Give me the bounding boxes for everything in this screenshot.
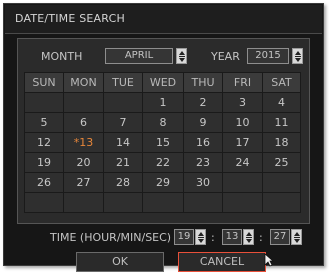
day-cell (143, 193, 183, 212)
second-spinner-icon[interactable] (291, 229, 302, 245)
minute-spinner-icon[interactable] (243, 229, 254, 245)
month-field[interactable]: APRIL (105, 48, 173, 64)
weekday-mon: MON (64, 73, 103, 92)
day-cell[interactable]: 30 (184, 173, 222, 192)
ok-button[interactable]: OK (76, 252, 164, 272)
month-spinner-icon[interactable] (176, 48, 187, 64)
day-cell[interactable]: 27 (64, 173, 103, 192)
day-cell[interactable]: 9 (184, 113, 222, 132)
day-cell[interactable]: 28 (104, 173, 142, 192)
weekday-fri: FRI (223, 73, 262, 92)
date-time-search-dialog: DATE/TIME SEARCH MONTH APRIL YEAR 2015 S… (3, 3, 324, 272)
weekday-tue: TUE (104, 73, 142, 92)
search-panel: MONTH APRIL YEAR 2015 SUN MON TUE WED TH… (17, 38, 310, 224)
day-cell (64, 193, 103, 212)
day-cell[interactable]: 5 (25, 113, 63, 132)
weekday-sat: SAT (263, 73, 300, 92)
day-cell[interactable]: 21 (104, 153, 142, 172)
day-cell-selected[interactable]: *13 (64, 133, 103, 152)
mouse-pointer-icon (264, 253, 274, 267)
weekday-sun: SUN (25, 73, 63, 92)
day-cell[interactable]: 14 (104, 133, 142, 152)
cancel-button[interactable]: CANCEL (178, 252, 266, 272)
day-cell (104, 193, 142, 212)
year-spinner-icon[interactable] (292, 48, 303, 64)
dialog-titlebar: DATE/TIME SEARCH (5, 5, 322, 34)
day-cell[interactable]: 8 (143, 113, 183, 132)
day-cell[interactable]: 23 (184, 153, 222, 172)
day-cell[interactable]: 12 (25, 133, 63, 152)
day-cell[interactable]: 19 (25, 153, 63, 172)
weekday-thu: THU (184, 73, 222, 92)
day-cell (223, 173, 262, 192)
second-field[interactable]: 27 (270, 229, 290, 245)
minute-field[interactable]: 13 (222, 229, 242, 245)
day-cell (223, 193, 262, 212)
day-cell (263, 173, 300, 192)
weekday-wed: WED (143, 73, 183, 92)
day-cell (263, 193, 300, 212)
day-cell (64, 93, 103, 112)
time-separator: : (211, 231, 215, 244)
day-cell (104, 93, 142, 112)
year-field[interactable]: 2015 (247, 48, 289, 64)
hour-field[interactable]: 19 (174, 229, 194, 245)
calendar-grid: SUN MON TUE WED THU FRI SAT 1 2 3 4 5 6 … (24, 72, 301, 213)
day-cell[interactable]: 29 (143, 173, 183, 192)
day-cell[interactable]: 1 (143, 93, 183, 112)
day-cell[interactable]: 3 (223, 93, 262, 112)
month-label: MONTH (41, 50, 83, 63)
day-cell (25, 193, 63, 212)
day-cell[interactable]: 24 (223, 153, 262, 172)
day-cell[interactable]: 11 (263, 113, 300, 132)
dialog-title: DATE/TIME SEARCH (15, 12, 125, 25)
day-cell[interactable]: 2 (184, 93, 222, 112)
day-cell (184, 193, 222, 212)
day-cell[interactable]: 16 (184, 133, 222, 152)
day-cell[interactable]: 4 (263, 93, 300, 112)
hour-spinner-icon[interactable] (195, 229, 206, 245)
day-cell[interactable]: 20 (64, 153, 103, 172)
time-separator: : (259, 231, 263, 244)
day-cell[interactable]: 22 (143, 153, 183, 172)
year-label: YEAR (211, 50, 240, 63)
day-cell[interactable]: 10 (223, 113, 262, 132)
day-cell[interactable]: 17 (223, 133, 262, 152)
day-cell[interactable]: 15 (143, 133, 183, 152)
day-cell[interactable]: 18 (263, 133, 300, 152)
day-cell[interactable]: 25 (263, 153, 300, 172)
day-cell[interactable]: 7 (104, 113, 142, 132)
day-cell[interactable]: 26 (25, 173, 63, 192)
day-cell (25, 93, 63, 112)
day-cell[interactable]: 6 (64, 113, 103, 132)
time-label: TIME (HOUR/MIN/SEC) (50, 231, 172, 244)
